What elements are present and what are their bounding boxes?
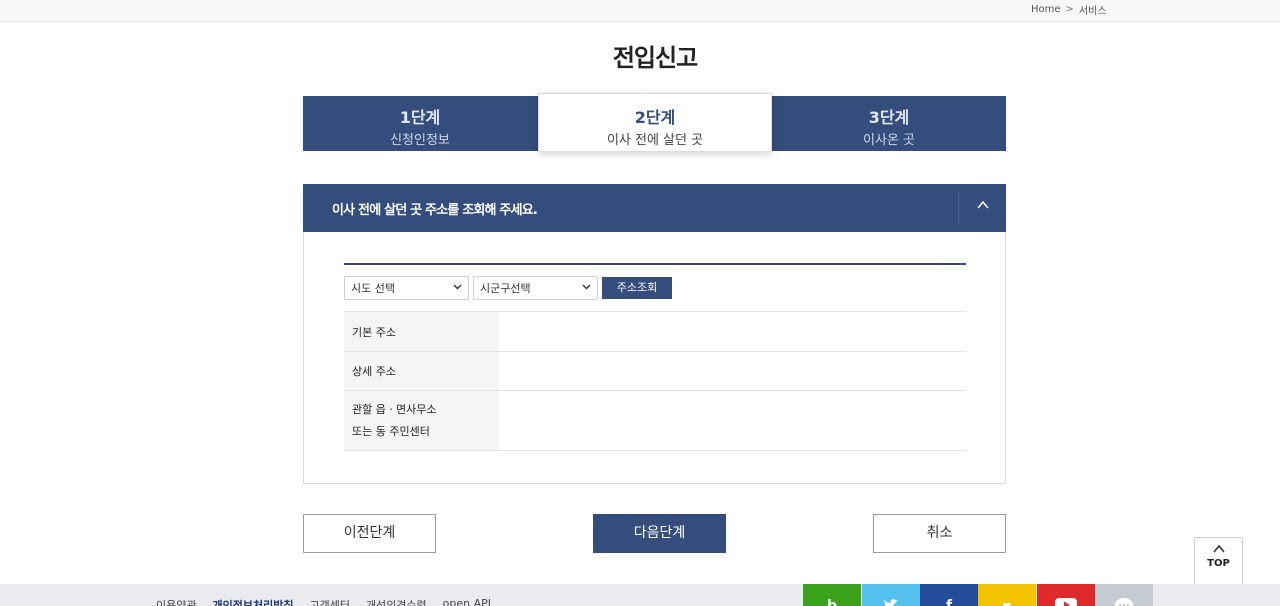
facebook-icon[interactable]: f (920, 584, 978, 606)
address-search-button[interactable]: 주소조회 (602, 277, 672, 299)
sido-select[interactable]: 시도 선택 (344, 276, 469, 300)
step-3: 3단계 이사온 곳 (772, 96, 1006, 151)
address-panel: 이사 전에 살던 곳 주소를 조회해 주세요. 시도 선택 시군구선택 주소조회… (303, 184, 1006, 484)
office-label-line2: 또는 동 주민센터 (352, 424, 430, 438)
table-row: 관할 읍ㆍ면사무소 또는 동 주민센터 (344, 390, 966, 451)
step-3-number: 3단계 (868, 108, 910, 127)
basic-address-value (499, 312, 966, 351)
panel-title: 이사 전에 살던 곳 주소를 조회해 주세요. (332, 203, 538, 218)
top-bar: Home > 서비스 (0, 0, 1280, 22)
panel-header-divider (958, 192, 959, 224)
office-value (499, 391, 966, 450)
step-1-desc: 신청인정보 (390, 133, 450, 148)
page-title: 전입신고 (612, 44, 698, 72)
address-table: 기본 주소 상세 주소 관할 읍ㆍ면사무소 또는 동 주민센터 (344, 311, 966, 451)
breadcrumb-separator: > (1065, 4, 1074, 15)
top-label: TOP (1207, 558, 1230, 569)
office-label: 관할 읍ㆍ면사무소 또는 동 주민센터 (344, 391, 499, 450)
breadcrumb-home[interactable]: Home (1031, 4, 1061, 15)
chevron-up-icon[interactable] (972, 197, 994, 219)
panel-rule (344, 263, 966, 265)
panel-header: 이사 전에 살던 곳 주소를 조회해 주세요. (303, 184, 1006, 232)
step-2-active: 2단계 이사 전에 살던 곳 (538, 93, 772, 152)
sido-select-value: 시도 선택 (351, 282, 395, 295)
footer-link-terms[interactable]: 이용약관 (156, 597, 196, 606)
footer-link-privacy[interactable]: 개인정보처리방침 (212, 597, 293, 606)
scroll-top-button[interactable]: TOP (1194, 537, 1243, 586)
prev-step-button[interactable]: 이전단계 (303, 514, 436, 553)
chevron-down-icon (582, 282, 591, 294)
footer-links: 이용약관 개인정보처리방침 고객센터 개선의견수렴 open API (156, 597, 491, 606)
breadcrumb-current[interactable]: 서비스 (1079, 2, 1107, 17)
breadcrumb: Home > 서비스 (1031, 2, 1107, 17)
kakaotalk-icon[interactable] (1095, 584, 1153, 606)
step-2-desc: 이사 전에 살던 곳 (606, 133, 704, 148)
footer-link-openapi[interactable]: open API (443, 597, 491, 606)
chevron-down-icon (453, 282, 462, 294)
footer-link-support[interactable]: 고객센터 (309, 597, 349, 606)
step-3-desc: 이사온 곳 (863, 133, 915, 148)
step-indicator: 1단계 신청인정보 3단계 이사온 곳 2단계 이사 전에 살던 곳 (303, 93, 1006, 152)
table-row: 상세 주소 (344, 351, 966, 390)
youtube-icon[interactable] (1037, 584, 1095, 606)
detail-address-value (499, 352, 966, 390)
basic-address-label: 기본 주소 (344, 312, 499, 351)
detail-address-label: 상세 주소 (344, 352, 499, 390)
office-label-line1: 관할 읍ㆍ면사무소 (352, 402, 437, 416)
sigungu-select[interactable]: 시군구선택 (473, 276, 598, 300)
footer-link-feedback[interactable]: 개선의견수렴 (366, 597, 427, 606)
table-row: 기본 주소 (344, 311, 966, 351)
step-1: 1단계 신청인정보 (303, 96, 537, 151)
next-step-button[interactable]: 다음단계 (593, 514, 726, 553)
twitter-icon[interactable] (862, 584, 920, 606)
step-2-number: 2단계 (634, 108, 676, 127)
sigungu-select-value: 시군구선택 (480, 282, 531, 295)
blog-icon[interactable]: b (803, 584, 861, 606)
arrow-up-icon (1195, 544, 1242, 556)
kakaostory-icon[interactable]: ▪ (978, 584, 1036, 606)
footer: 이용약관 개인정보처리방침 고객센터 개선의견수렴 open API b f ▪ (0, 584, 1280, 606)
step-1-number: 1단계 (399, 108, 441, 127)
cancel-button[interactable]: 취소 (873, 514, 1006, 553)
